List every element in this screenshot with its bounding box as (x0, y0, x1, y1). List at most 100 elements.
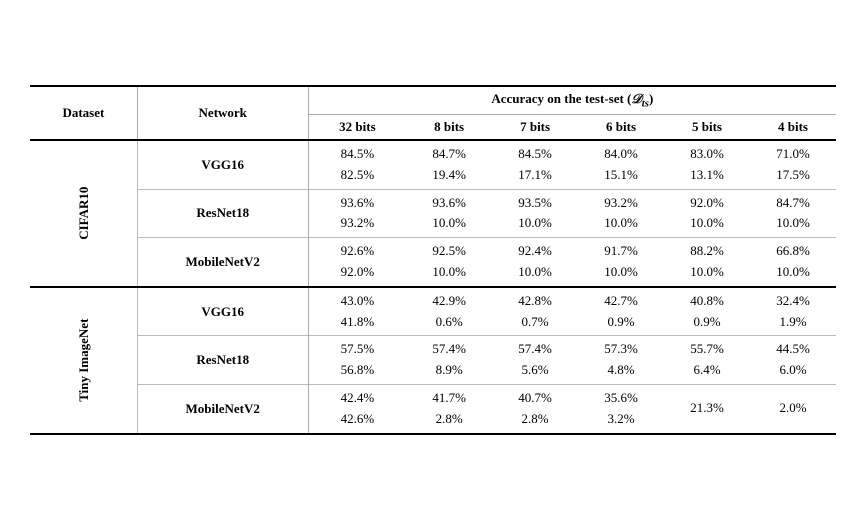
network-cell: MobileNetV2 (137, 384, 308, 433)
data-line2: 10.0% (672, 213, 742, 234)
data-cell: 21.3% (664, 384, 750, 433)
data-line1: 40.7% (500, 388, 570, 409)
data-line1: 35.6% (586, 388, 656, 409)
data-cell: 88.2%10.0% (664, 238, 750, 287)
main-container: Dataset Network Accuracy on the test-set… (0, 65, 866, 454)
data-line2: 10.0% (414, 262, 484, 283)
data-line2: 1.9% (758, 312, 828, 333)
col-8bits: 8 bits (406, 115, 492, 141)
table-row: MobileNetV242.4%42.6%41.7%2.8%40.7%2.8%3… (30, 384, 836, 433)
dataset-header: Dataset (30, 86, 137, 140)
data-line2: 10.0% (500, 262, 570, 283)
data-line2: 6.4% (672, 360, 742, 381)
data-line2: 6.0% (758, 360, 828, 381)
data-cell: 93.5%10.0% (492, 189, 578, 238)
network-cell: VGG16 (137, 287, 308, 336)
data-cell: 43.0%41.8% (308, 287, 406, 336)
data-line2: 10.0% (586, 262, 656, 283)
data-line1: 84.5% (317, 144, 398, 165)
data-line2: 17.1% (500, 165, 570, 186)
col-4bits: 4 bits (750, 115, 836, 141)
data-line1: 71.0% (758, 144, 828, 165)
data-line1: 92.0% (672, 193, 742, 214)
data-cell: 84.0%15.1% (578, 140, 664, 189)
data-line2: 92.0% (317, 262, 398, 283)
network-cell: ResNet18 (137, 336, 308, 385)
accuracy-header: Accuracy on the test-set (𝒟ts) (308, 86, 836, 114)
table-row: CIFAR10VGG1684.5%82.5%84.7%19.4%84.5%17.… (30, 140, 836, 189)
data-cell: 2.0% (750, 384, 836, 433)
data-line1: 91.7% (586, 241, 656, 262)
data-cell: 57.4%5.6% (492, 336, 578, 385)
data-line2: 2.8% (414, 409, 484, 430)
data-line1: 21.3% (672, 398, 742, 419)
data-line2: 8.9% (414, 360, 484, 381)
network-header: Network (137, 86, 308, 140)
data-cell: 91.7%10.0% (578, 238, 664, 287)
data-line1: 92.6% (317, 241, 398, 262)
data-cell: 42.8%0.7% (492, 287, 578, 336)
data-cell: 40.8%0.9% (664, 287, 750, 336)
data-cell: 92.5%10.0% (406, 238, 492, 287)
data-line2: 10.0% (758, 213, 828, 234)
data-line2: 82.5% (317, 165, 398, 186)
data-cell: 93.6%10.0% (406, 189, 492, 238)
data-cell: 40.7%2.8% (492, 384, 578, 433)
data-line1: 57.4% (414, 339, 484, 360)
data-line1: 92.4% (500, 241, 570, 262)
table-row: MobileNetV292.6%92.0%92.5%10.0%92.4%10.0… (30, 238, 836, 287)
data-line2: 13.1% (672, 165, 742, 186)
table-row: Tiny ImageNetVGG1643.0%41.8%42.9%0.6%42.… (30, 287, 836, 336)
data-line2: 5.6% (500, 360, 570, 381)
data-cell: 42.9%0.6% (406, 287, 492, 336)
data-line2: 56.8% (317, 360, 398, 381)
data-line2: 10.0% (586, 213, 656, 234)
data-line2: 41.8% (317, 312, 398, 333)
data-line2: 42.6% (317, 409, 398, 430)
col-6bits: 6 bits (578, 115, 664, 141)
dataset-cell: CIFAR10 (30, 140, 137, 287)
data-cell: 42.7%0.9% (578, 287, 664, 336)
data-line2: 4.8% (586, 360, 656, 381)
data-cell: 55.7%6.4% (664, 336, 750, 385)
table-row: ResNet1893.6%93.2%93.6%10.0%93.5%10.0%93… (30, 189, 836, 238)
col-5bits: 5 bits (664, 115, 750, 141)
data-cell: 44.5%6.0% (750, 336, 836, 385)
data-cell: 92.6%92.0% (308, 238, 406, 287)
data-line1: 44.5% (758, 339, 828, 360)
data-line1: 43.0% (317, 291, 398, 312)
data-cell: 57.4%8.9% (406, 336, 492, 385)
data-line2: 93.2% (317, 213, 398, 234)
data-cell: 84.7%10.0% (750, 189, 836, 238)
data-line1: 93.6% (317, 193, 398, 214)
data-cell: 57.3%4.8% (578, 336, 664, 385)
col-32bits: 32 bits (308, 115, 406, 141)
data-line1: 42.4% (317, 388, 398, 409)
data-line1: 32.4% (758, 291, 828, 312)
data-line1: 41.7% (414, 388, 484, 409)
data-line2: 0.9% (586, 312, 656, 333)
data-cell: 84.5%82.5% (308, 140, 406, 189)
data-line1: 2.0% (758, 398, 828, 419)
data-line2: 10.0% (414, 213, 484, 234)
data-line2: 3.2% (586, 409, 656, 430)
data-line1: 88.2% (672, 241, 742, 262)
data-line1: 55.7% (672, 339, 742, 360)
data-line1: 93.5% (500, 193, 570, 214)
data-cell: 93.6%93.2% (308, 189, 406, 238)
table-row: ResNet1857.5%56.8%57.4%8.9%57.4%5.6%57.3… (30, 336, 836, 385)
data-line2: 0.6% (414, 312, 484, 333)
data-cell: 66.8%10.0% (750, 238, 836, 287)
data-line2: 10.0% (672, 262, 742, 283)
header-row-1: Dataset Network Accuracy on the test-set… (30, 86, 836, 114)
data-line1: 84.5% (500, 144, 570, 165)
data-cell: 92.0%10.0% (664, 189, 750, 238)
data-line1: 57.3% (586, 339, 656, 360)
data-line2: 15.1% (586, 165, 656, 186)
data-line1: 83.0% (672, 144, 742, 165)
data-cell: 57.5%56.8% (308, 336, 406, 385)
data-cell: 42.4%42.6% (308, 384, 406, 433)
data-line1: 92.5% (414, 241, 484, 262)
accuracy-sub: 𝒟ts (631, 91, 649, 106)
data-line1: 42.9% (414, 291, 484, 312)
